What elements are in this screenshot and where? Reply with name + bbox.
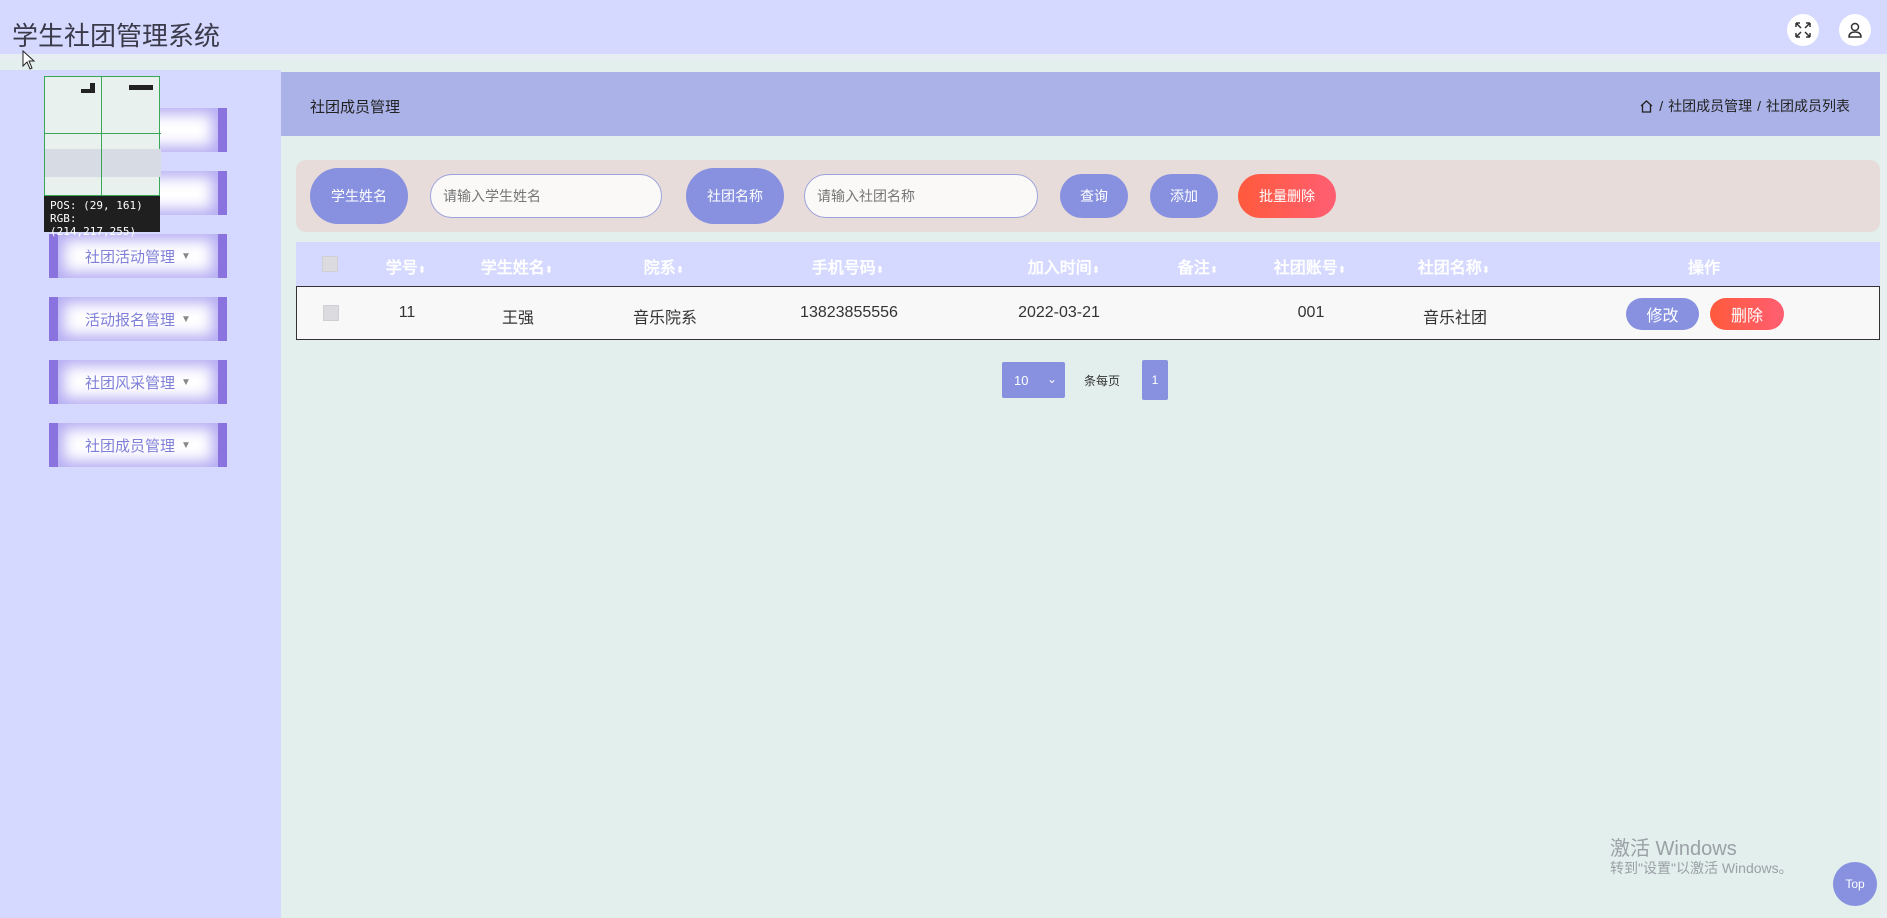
select-all-checkbox[interactable] xyxy=(322,256,338,272)
sidebar-item-club-activity[interactable]: 社团活动管理 ▼ xyxy=(49,234,227,278)
sort-icon[interactable]: ⬍ xyxy=(545,265,553,276)
column-header[interactable]: 社团账号⬍ xyxy=(1274,254,1346,278)
cell-dept: 音乐院系 xyxy=(632,310,698,327)
user-icon xyxy=(1848,22,1862,38)
edit-button[interactable]: 修改 xyxy=(1626,298,1699,330)
magnifier-pos: POS: (29, 161) xyxy=(50,199,143,212)
cell-club: 音乐社团 xyxy=(1422,310,1488,327)
page-number-1[interactable]: 1 xyxy=(1142,360,1168,400)
magnifier-overlay xyxy=(44,76,161,197)
breadcrumb-sep: / xyxy=(1757,98,1761,114)
sort-icon[interactable]: ⬍ xyxy=(1338,265,1346,276)
caret-down-icon: ▼ xyxy=(181,439,191,451)
sidebar-item-label: 社团活动管理 xyxy=(85,248,176,266)
magnifier-band xyxy=(45,149,161,177)
club-name-input[interactable] xyxy=(804,174,1038,218)
sort-icon[interactable]: ⬍ xyxy=(1092,265,1100,276)
fullscreen-button[interactable] xyxy=(1787,14,1819,46)
sidebar-item-label: 社团成员管理 xyxy=(85,437,176,455)
mouse-cursor-icon xyxy=(22,49,36,75)
column-header[interactable]: 加入时间⬍ xyxy=(1028,254,1100,278)
column-header[interactable]: 学号⬍ xyxy=(386,254,426,278)
cell-account: 001 xyxy=(1297,304,1325,321)
per-page-label: 条每页 xyxy=(1084,374,1121,388)
breadcrumb-sep: / xyxy=(1659,98,1664,114)
breadcrumb: / 社团成员管理 / 社团成员列表 xyxy=(1639,96,1850,116)
column-header: 操作 xyxy=(1687,258,1721,277)
scrollbar[interactable] xyxy=(1880,62,1887,918)
column-header[interactable]: 手机号码⬍ xyxy=(812,254,884,278)
add-button[interactable]: 添加 xyxy=(1150,174,1218,218)
top-bar: 学生社团管理系统 xyxy=(0,0,1887,62)
magnifier-rgb: RGB: (214,217,255) xyxy=(50,212,137,238)
sidebar-item-club-style[interactable]: 社团风采管理 ▼ xyxy=(49,360,227,404)
breadcrumb-item: 社团成员列表 xyxy=(1766,98,1850,114)
student-name-label: 学生姓名 xyxy=(310,168,408,224)
table-row: 11 王强 音乐院系 13823855556 2022-03-21 001 音乐… xyxy=(296,286,1880,340)
page-size-select[interactable]: 10 ⌄ xyxy=(1002,362,1065,398)
magnifier-pixel-glyph xyxy=(81,83,95,93)
column-header[interactable]: 备注⬍ xyxy=(1178,254,1218,278)
cell-name: 王强 xyxy=(501,310,535,327)
activate-windows-title: 激活 Windows xyxy=(1610,838,1737,860)
query-button[interactable]: 查询 xyxy=(1060,174,1128,218)
home-icon[interactable] xyxy=(1639,99,1654,114)
sort-icon[interactable]: ⬍ xyxy=(418,265,426,276)
sidebar-item-activity-signup[interactable]: 活动报名管理 ▼ xyxy=(49,297,227,341)
column-header[interactable]: 社团名称⬍ xyxy=(1418,254,1490,278)
magnifier-pixel-glyph xyxy=(129,85,153,90)
row-checkbox[interactable] xyxy=(323,305,339,321)
delete-button[interactable]: 删除 xyxy=(1710,298,1784,330)
magnifier-tooltip: POS: (29, 161) RGB: (214,217,255) xyxy=(44,196,160,238)
chevron-down-icon: ⌄ xyxy=(1046,372,1057,386)
batch-delete-button[interactable]: 批量删除 xyxy=(1238,174,1336,218)
sidebar-item-label: 活动报名管理 xyxy=(85,311,176,329)
column-header[interactable]: 院系⬍ xyxy=(644,254,684,278)
sort-icon[interactable]: ⬍ xyxy=(1210,265,1218,276)
caret-down-icon: ▼ xyxy=(181,250,191,262)
page-size-value: 10 xyxy=(1014,372,1029,388)
student-name-input[interactable] xyxy=(430,174,662,218)
table-header: 学号⬍ 学生姓名⬍ 院系⬍ 手机号码⬍ 加入时间⬍ 备注⬍ 社团账号⬍ 社团名称… xyxy=(296,242,1880,286)
page-header: 社团成员管理 / 社团成员管理 / 社团成员列表 xyxy=(281,72,1880,136)
sidebar-item-club-members[interactable]: 社团成员管理 ▼ xyxy=(49,423,227,467)
search-bar: 学生姓名 社团名称 查询 添加 批量删除 xyxy=(296,160,1880,232)
sort-icon[interactable]: ⬍ xyxy=(876,265,884,276)
breadcrumb-item[interactable]: 社团成员管理 xyxy=(1668,96,1752,116)
column-header[interactable]: 学生姓名⬍ xyxy=(481,254,553,278)
expand-icon xyxy=(1795,22,1811,38)
magnifier-crosshair-h xyxy=(45,133,161,134)
club-name-label: 社团名称 xyxy=(686,168,784,224)
user-button[interactable] xyxy=(1839,14,1871,46)
back-to-top-button[interactable]: Top xyxy=(1833,862,1877,906)
page-title: 社团成员管理 xyxy=(310,99,401,116)
activate-windows-subtitle: 转到"设置"以激活 Windows。 xyxy=(1610,860,1793,876)
cell-phone: 13823855556 xyxy=(800,304,898,321)
sidebar-item-label: 社团风采管理 xyxy=(85,374,176,392)
app-title: 学生社团管理系统 xyxy=(12,22,221,52)
magnifier-crosshair-v xyxy=(101,77,102,197)
sort-icon[interactable]: ⬍ xyxy=(676,265,684,276)
sort-icon[interactable]: ⬍ xyxy=(1482,265,1490,276)
cell-date: 2022-03-21 xyxy=(1018,304,1100,321)
caret-down-icon: ▼ xyxy=(181,376,191,388)
caret-down-icon: ▼ xyxy=(181,313,191,325)
cell-id: 11 xyxy=(398,304,416,321)
